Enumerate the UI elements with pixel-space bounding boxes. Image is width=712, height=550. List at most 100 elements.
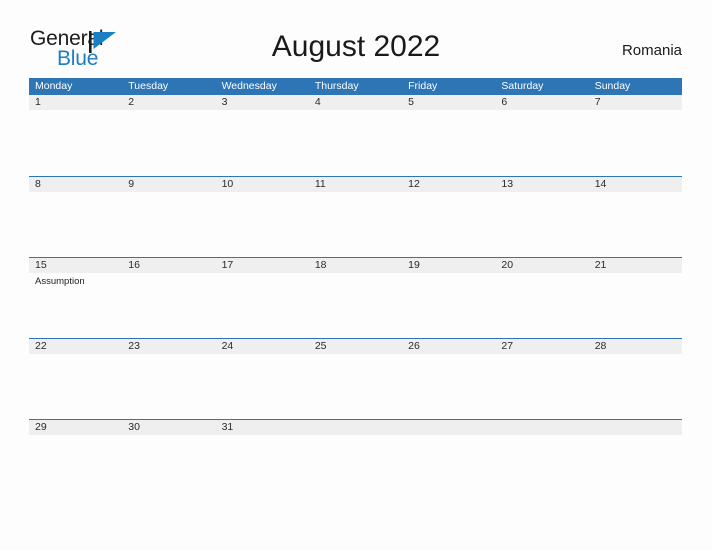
day-content-row	[29, 435, 682, 501]
day-number: 28	[594, 340, 607, 352]
day-events-cell[interactable]	[122, 435, 215, 501]
day-number: 21	[594, 259, 607, 271]
day-cell[interactable]	[402, 420, 495, 435]
day-number: 3	[221, 96, 228, 108]
day-events-cell[interactable]	[495, 354, 588, 420]
day-content-row	[29, 354, 682, 420]
day-cell[interactable]: 15	[29, 258, 122, 273]
day-content-row: Assumption	[29, 273, 682, 339]
day-cell[interactable]: 7	[589, 95, 682, 110]
day-number: 31	[221, 421, 234, 433]
day-cell[interactable]: 27	[495, 339, 588, 354]
day-cell[interactable]: 18	[309, 258, 402, 273]
day-cell[interactable]: 21	[589, 258, 682, 273]
day-cell[interactable]: 5	[402, 95, 495, 110]
day-cell[interactable]: 23	[122, 339, 215, 354]
day-events-cell[interactable]	[122, 110, 215, 176]
day-cell[interactable]: 16	[122, 258, 215, 273]
day-number: 14	[594, 178, 607, 190]
day-events-cell[interactable]	[216, 435, 309, 501]
day-events-cell[interactable]	[402, 110, 495, 176]
day-events-cell[interactable]	[309, 110, 402, 176]
weekday-header-thursday: Thursday	[314, 80, 359, 92]
day-events-cell[interactable]	[495, 192, 588, 258]
day-events-cell[interactable]	[29, 110, 122, 176]
day-events-cell[interactable]	[589, 110, 682, 176]
day-events-cell[interactable]: Assumption	[29, 273, 122, 339]
day-events-cell[interactable]	[589, 354, 682, 420]
day-events-cell[interactable]	[402, 354, 495, 420]
day-events-cell[interactable]	[402, 273, 495, 339]
day-cell[interactable]: 22	[29, 339, 122, 354]
day-cell[interactable]: 2	[122, 95, 215, 110]
day-cell[interactable]: 26	[402, 339, 495, 354]
day-cell[interactable]	[589, 420, 682, 435]
day-cell[interactable]: 10	[216, 177, 309, 192]
date-number-strip: 22 23 24 25 26 27 28	[29, 338, 682, 354]
day-cell[interactable]: 31	[216, 420, 309, 435]
day-events-cell[interactable]	[216, 354, 309, 420]
day-cell[interactable]: 28	[589, 339, 682, 354]
day-events-cell[interactable]	[402, 435, 495, 501]
day-events-cell[interactable]	[29, 435, 122, 501]
day-cell[interactable]: 8	[29, 177, 122, 192]
day-events-cell[interactable]	[495, 435, 588, 501]
day-events-cell[interactable]	[122, 354, 215, 420]
weekday-header-saturday: Saturday	[501, 80, 544, 92]
day-cell[interactable]: 29	[29, 420, 122, 435]
day-events-cell[interactable]	[402, 192, 495, 258]
day-number: 26	[408, 340, 420, 352]
calendar-page: General Blue August 2022 Romania Monday T…	[0, 0, 712, 550]
day-cell[interactable]: 25	[309, 339, 402, 354]
day-events-cell[interactable]	[29, 192, 122, 258]
day-events-cell[interactable]	[216, 273, 309, 339]
calendar-week-row: 15 16 17 18 19 20 21 Assumption	[29, 257, 682, 338]
day-cell[interactable]: 19	[402, 258, 495, 273]
day-number: 9	[128, 178, 135, 190]
day-events-cell[interactable]	[589, 192, 682, 258]
day-number: 29	[35, 421, 47, 433]
day-cell[interactable]: 11	[309, 177, 402, 192]
day-events-cell[interactable]	[589, 435, 682, 501]
day-events-cell[interactable]	[216, 192, 309, 258]
day-events-cell[interactable]	[309, 192, 402, 258]
day-number: 8	[35, 178, 41, 190]
day-events-cell[interactable]	[309, 435, 402, 501]
day-cell[interactable]	[495, 420, 588, 435]
day-cell[interactable]: 1	[29, 95, 122, 110]
day-events-cell[interactable]	[495, 110, 588, 176]
day-cell[interactable]: 30	[122, 420, 215, 435]
day-cell[interactable]: 3	[216, 95, 309, 110]
day-cell[interactable]: 6	[495, 95, 588, 110]
day-cell[interactable]: 4	[309, 95, 402, 110]
holiday-event: Assumption	[35, 276, 85, 287]
day-events-cell[interactable]	[216, 110, 309, 176]
weekday-header-sunday: Sunday	[594, 80, 631, 92]
day-number: 7	[594, 96, 601, 108]
date-number-strip: 29 30 31	[29, 419, 682, 435]
day-number: 20	[501, 259, 514, 271]
day-cell[interactable]: 12	[402, 177, 495, 192]
day-number: 17	[221, 259, 234, 271]
day-events-cell[interactable]	[122, 273, 215, 339]
day-cell[interactable]: 17	[216, 258, 309, 273]
day-cell[interactable]: 24	[216, 339, 309, 354]
day-events-cell[interactable]	[589, 273, 682, 339]
calendar-week-row: 8 9 10 11 12 13 14	[29, 176, 682, 257]
day-cell[interactable]: 13	[495, 177, 588, 192]
day-events-cell[interactable]	[309, 273, 402, 339]
day-events-cell[interactable]	[495, 273, 588, 339]
day-events-cell[interactable]	[29, 354, 122, 420]
date-number-strip: 15 16 17 18 19 20 21	[29, 257, 682, 273]
day-events-cell[interactable]	[309, 354, 402, 420]
day-number: 11	[314, 178, 326, 190]
day-cell[interactable]: 14	[589, 177, 682, 192]
page-title: August 2022	[271, 30, 441, 63]
day-events-cell[interactable]	[122, 192, 215, 258]
day-cell[interactable]	[309, 420, 402, 435]
day-number: 22	[35, 340, 47, 352]
page-header: General Blue August 2022 Romania	[0, 0, 712, 76]
day-number: 19	[408, 259, 420, 271]
day-cell[interactable]: 20	[495, 258, 588, 273]
day-cell[interactable]: 9	[122, 177, 215, 192]
